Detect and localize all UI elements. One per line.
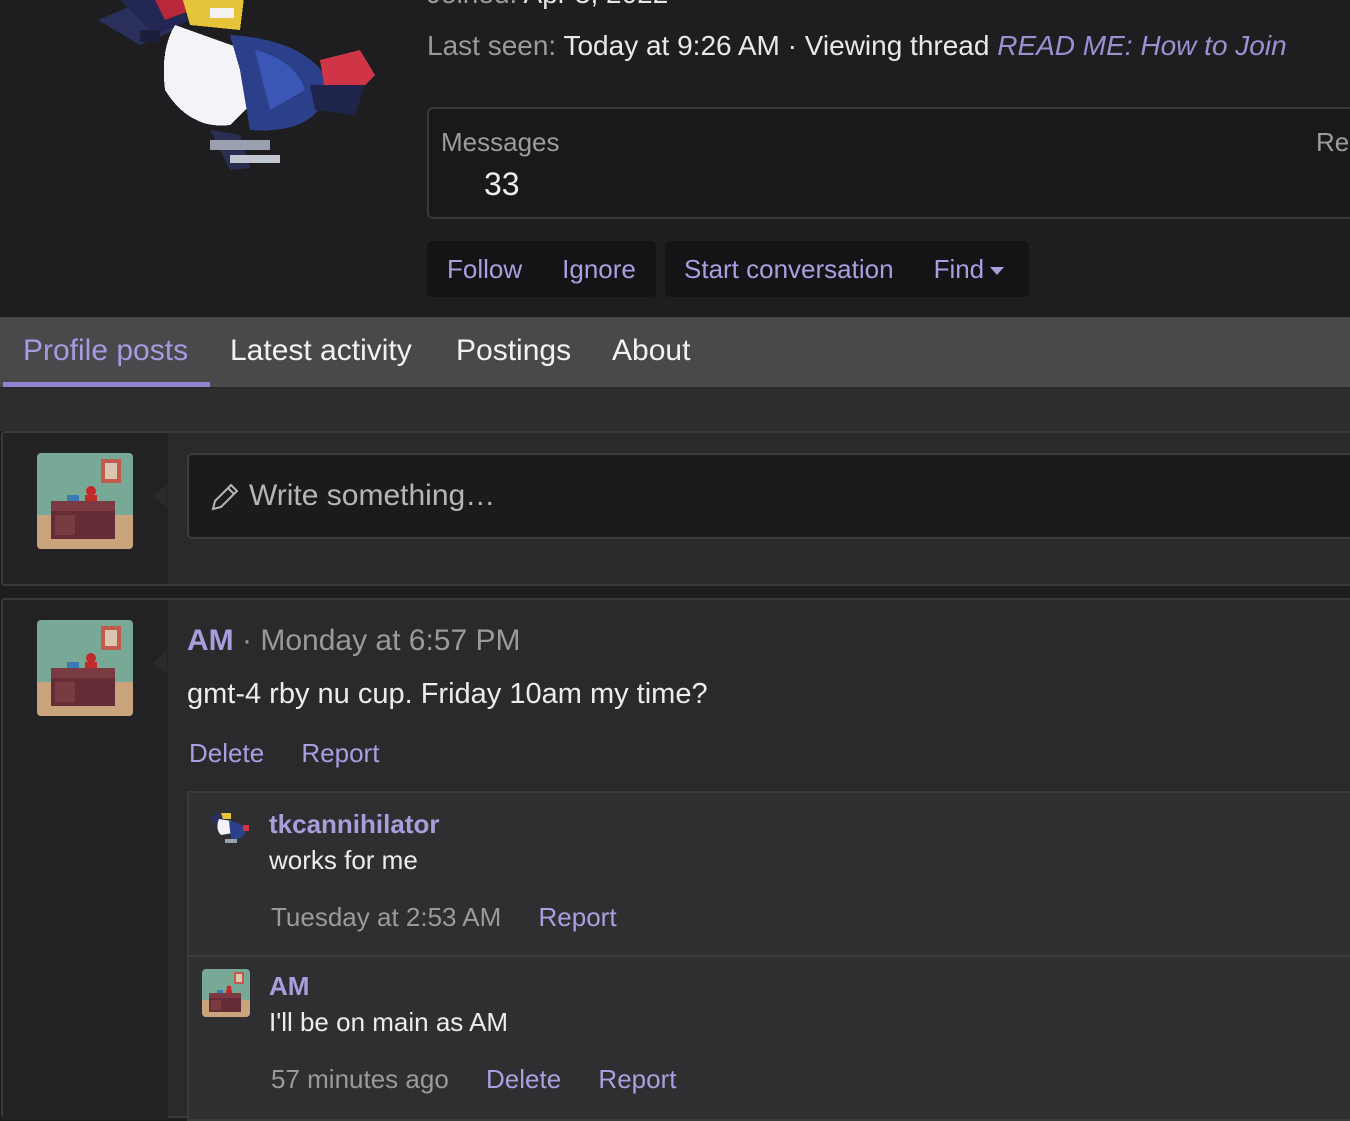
joined-label: Joined: — [427, 0, 517, 9]
find-button[interactable]: Find — [934, 254, 1005, 285]
stats-box: Messages 33 Re — [427, 107, 1350, 219]
comment-report-link[interactable]: Report — [539, 902, 617, 932]
joined-value: Apr 3, 2022 — [524, 0, 669, 9]
profile-tab-bar: Profile posts Latest activity Postings A… — [0, 317, 1350, 389]
composer-pointer — [153, 484, 167, 508]
viewing-prefix: · Viewing thread — [787, 30, 990, 61]
follow-ignore-group: Follow Ignore — [427, 241, 656, 297]
stat-messages-label: Messages — [441, 127, 560, 157]
comment-text: I'll be on main as AM — [269, 1007, 509, 1037]
last-seen-value: Today at 9:26 AM — [563, 30, 780, 61]
viewing-thread-link[interactable]: READ ME: How to Join — [997, 30, 1286, 61]
conversation-find-group: Start conversation Find — [665, 241, 1029, 297]
comment-timestamp[interactable]: 57 minutes ago — [271, 1064, 449, 1094]
comment-item: tkcannihilator works for me Tuesday at 2… — [189, 793, 1350, 955]
tab-postings[interactable]: Postings — [456, 317, 571, 387]
comment-author-avatar[interactable] — [202, 969, 250, 1017]
comment-item: AM I'll be on main as AM 57 minutes ago … — [189, 957, 1350, 1119]
post-author-avatar[interactable] — [37, 620, 133, 716]
tab-about[interactable]: About — [612, 317, 690, 387]
active-tab-indicator — [3, 382, 210, 387]
comment-timestamp[interactable]: Tuesday at 2:53 AM — [271, 902, 501, 932]
find-label: Find — [933, 253, 985, 284]
comment-author-link[interactable]: tkcannihilator — [269, 809, 439, 840]
comment-text: works for me — [269, 845, 418, 875]
comment-meta: 57 minutes ago Delete Report — [271, 1064, 676, 1095]
tab-profile-posts[interactable]: Profile posts — [23, 317, 188, 387]
stat-reactions-label: Re — [1316, 127, 1350, 157]
comment-author-link[interactable]: AM — [269, 971, 309, 1002]
profile-avatar[interactable] — [80, 0, 380, 180]
start-conversation-button[interactable]: Start conversation — [684, 254, 894, 285]
post-timestamp[interactable]: Monday at 6:57 PM — [260, 624, 520, 657]
composer-avatar[interactable] — [37, 453, 133, 549]
post-author-link[interactable]: AM — [187, 624, 234, 657]
write-placeholder: Write something… — [249, 479, 496, 512]
profile-header: Joined: Apr 3, 2022 Last seen: Today at … — [0, 0, 1350, 318]
post-separator: · — [242, 624, 252, 657]
tab-latest-activity[interactable]: Latest activity — [230, 317, 412, 387]
stat-messages-value[interactable]: 33 — [484, 166, 520, 203]
last-seen-label: Last seen: — [427, 30, 557, 61]
joined-date: Joined: Apr 3, 2022 — [427, 0, 668, 10]
post-actions: Delete Report — [189, 738, 379, 769]
last-seen: Last seen: Today at 9:26 AM · Viewing th… — [427, 30, 1287, 62]
comment-author-avatar[interactable] — [207, 811, 249, 847]
chevron-down-icon — [990, 266, 1005, 275]
pencil-icon — [211, 483, 239, 511]
ignore-button[interactable]: Ignore — [562, 254, 636, 285]
post-pointer — [153, 651, 167, 675]
comments-list: tkcannihilator works for me Tuesday at 2… — [187, 791, 1350, 1121]
comment-report-link[interactable]: Report — [598, 1064, 676, 1094]
comment-delete-link[interactable]: Delete — [486, 1064, 561, 1094]
post-body: gmt-4 rby nu cup. Friday 10am my time? — [187, 678, 708, 710]
comment-meta: Tuesday at 2:53 AM Report — [271, 902, 617, 933]
post-header: AM · Monday at 6:57 PM — [187, 624, 521, 658]
post-delete-link[interactable]: Delete — [189, 738, 264, 768]
follow-button[interactable]: Follow — [447, 254, 522, 285]
write-something-input[interactable]: Write something… — [187, 453, 1350, 539]
post-report-link[interactable]: Report — [301, 738, 379, 768]
section-gap — [0, 389, 1350, 431]
